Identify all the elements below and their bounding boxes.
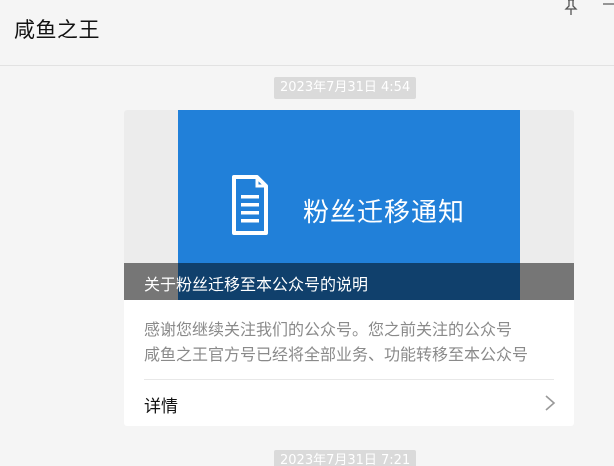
cover-text: 粉丝迁移通知 [303,198,466,228]
article-digest: 感谢您继续关注我们的公众号。您之前关注的公众号 咸鱼之王官方号已经将全部业务、功… [144,317,554,367]
details-label: 详情 [144,397,178,417]
article-title-bar: 关于粉丝迁移至本公众号的说明 [124,263,574,300]
chat-header: 咸鱼之王 [0,0,614,66]
message-timestamp: 2023年7月31日 4:54 [274,77,417,99]
digest-line: 咸鱼之王官方号已经将全部业务、功能转移至本公众号 [144,345,529,364]
chat-title: 咸鱼之王 [14,18,100,42]
message-timestamp: 2023年7月31日 7:21 [274,450,417,466]
chevron-right-icon [545,395,556,411]
digest-line: 感谢您继续关注我们的公众号。您之前关注的公众号 [144,320,513,339]
document-icon [232,175,268,235]
article-title[interactable]: 关于粉丝迁移至本公众号的说明 [144,271,368,295]
pin-icon[interactable] [562,0,580,16]
article-cover[interactable]: 粉丝迁移通知 关于粉丝迁移至本公众号的说明 [124,110,574,300]
details-button[interactable]: 详情 [124,380,574,426]
minimize-icon[interactable] [603,0,614,8]
article-card[interactable]: 粉丝迁移通知 关于粉丝迁移至本公众号的说明 感谢您继续关注我们的公众号。您之前关… [124,110,574,426]
